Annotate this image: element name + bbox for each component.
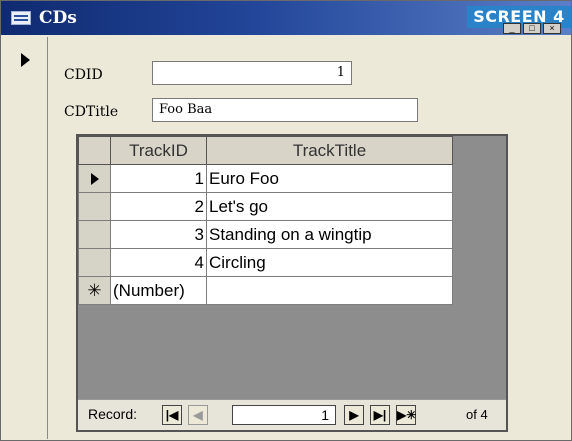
column-header-tracktitle[interactable]: TrackTitle	[206, 136, 453, 165]
row-selector[interactable]	[78, 220, 111, 249]
new-record-asterisk-icon: ✳	[87, 280, 102, 300]
tracktitle-cell[interactable]: Standing on a wingtip	[206, 220, 453, 249]
record-selector-bar[interactable]	[3, 37, 48, 439]
record-count: of 4	[466, 407, 488, 422]
cdid-field[interactable]: 1	[152, 61, 352, 85]
cdtitle-field[interactable]: Foo Baa	[152, 98, 418, 122]
table-row[interactable]: 1 Euro Foo	[78, 164, 453, 193]
form-icon	[11, 11, 31, 25]
row-selector[interactable]: ✳	[78, 276, 111, 305]
cdtitle-label: CDTitle	[64, 104, 119, 120]
row-selector[interactable]	[78, 164, 111, 193]
current-record-input[interactable]: 1	[232, 405, 336, 425]
cds-form-window: CDs SCREEN 4 _ □ × CDID 1 CDTitle Foo Ba…	[0, 0, 572, 441]
header-row: TrackID TrackTitle	[78, 136, 453, 165]
row-selector[interactable]	[78, 248, 111, 277]
trackid-cell[interactable]: 1	[110, 164, 207, 193]
select-all-corner[interactable]	[78, 136, 111, 165]
table-row[interactable]: 3 Standing on a wingtip	[78, 220, 453, 249]
row-selector[interactable]	[78, 192, 111, 221]
last-record-button[interactable]: ▶|	[370, 405, 390, 425]
new-record-button[interactable]: ▶✳	[396, 405, 416, 425]
trackid-cell[interactable]: 3	[110, 220, 207, 249]
trackid-cell[interactable]: 2	[110, 192, 207, 221]
table-row[interactable]: 2 Let's go	[78, 192, 453, 221]
minimize-button[interactable]: _	[503, 23, 521, 34]
tracktitle-cell[interactable]: Let's go	[206, 192, 453, 221]
previous-record-button[interactable]: ◀	[188, 405, 208, 425]
trackid-new-cell[interactable]: (Number)	[110, 276, 207, 305]
tracktitle-cell[interactable]: Euro Foo	[206, 164, 453, 193]
tracks-datasheet: TrackID TrackTitle 1 Euro Foo 2 Let's go…	[78, 136, 453, 305]
tracktitle-cell[interactable]: Circling	[206, 248, 453, 277]
trackid-cell[interactable]: 4	[110, 248, 207, 277]
record-label: Record:	[88, 406, 138, 422]
form-body: CDID 1 CDTitle Foo Baa TrackID TrackTitl…	[48, 37, 571, 439]
new-record-row[interactable]: ✳ (Number)	[78, 276, 453, 305]
current-row-arrow-icon	[91, 173, 99, 185]
cdid-label: CDID	[64, 67, 103, 83]
window-controls: _ □ ×	[503, 23, 561, 34]
maximize-button[interactable]: □	[523, 23, 541, 34]
window-title: CDs	[39, 8, 77, 28]
tracktitle-new-cell[interactable]	[206, 276, 453, 305]
first-record-button[interactable]: |◀	[162, 405, 182, 425]
title-bar[interactable]: CDs SCREEN 4 _ □ ×	[1, 1, 571, 35]
record-navigation-bar: Record: |◀ ◀ 1 ▶ ▶| ▶✳ of 4	[78, 399, 506, 430]
current-record-arrow-icon	[21, 53, 30, 67]
table-row[interactable]: 4 Circling	[78, 248, 453, 277]
close-button[interactable]: ×	[543, 23, 561, 34]
tracks-subform: TrackID TrackTitle 1 Euro Foo 2 Let's go…	[76, 134, 508, 432]
next-record-button[interactable]: ▶	[344, 405, 364, 425]
column-header-trackid[interactable]: TrackID	[110, 136, 207, 165]
